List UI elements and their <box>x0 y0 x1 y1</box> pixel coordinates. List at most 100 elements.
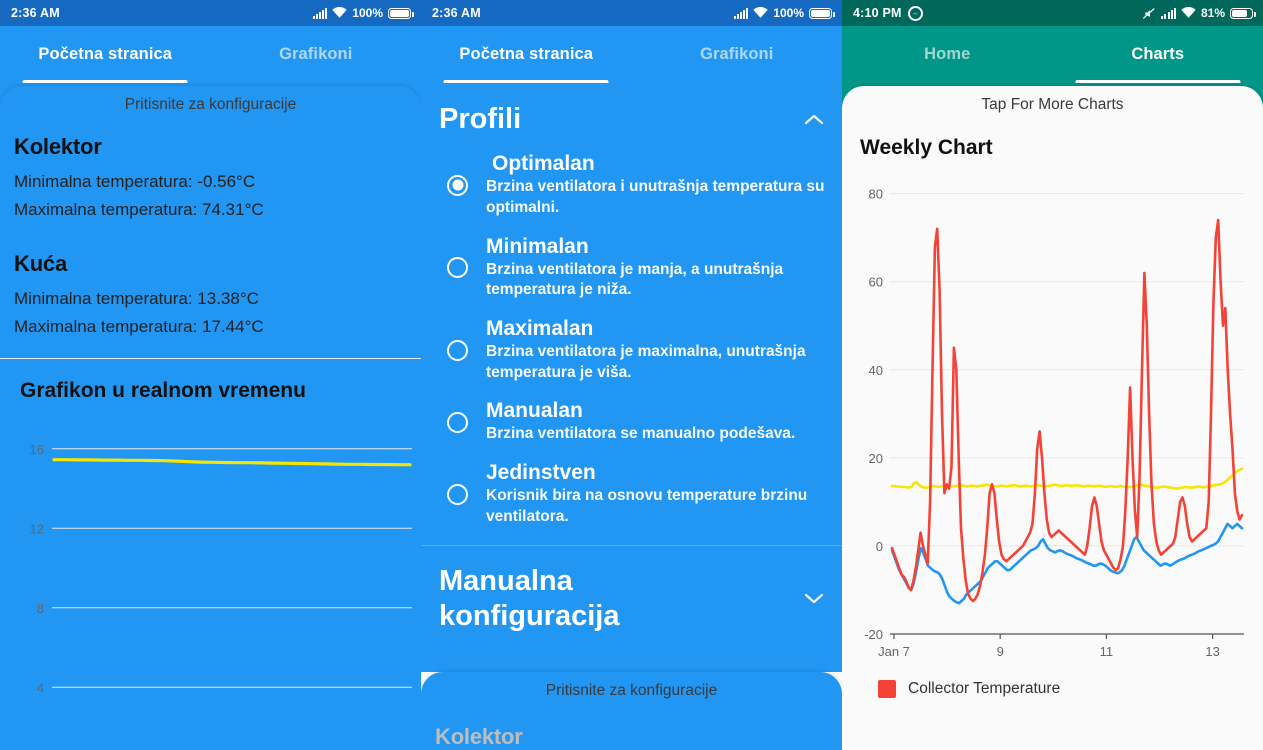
kolektor-min-temp: Minimalna temperatura: -0.56°C <box>14 172 256 191</box>
option-description: Brzina ventilatora je maximalna, unutraš… <box>486 343 806 381</box>
svg-text:Jan 7: Jan 7 <box>878 644 910 659</box>
battery-icon <box>1230 7 1256 19</box>
legend-swatch-collector <box>878 680 896 698</box>
radio-icon[interactable] <box>447 339 468 361</box>
battery-percent: 100% <box>352 6 383 20</box>
tab-bar: Home Charts <box>842 26 1263 83</box>
chevron-down-icon[interactable] <box>804 592 824 605</box>
svg-text:60: 60 <box>869 275 883 290</box>
status-icons: 100% <box>733 6 835 20</box>
tab-label: Home <box>924 45 971 63</box>
messenger-icon <box>907 5 923 21</box>
svg-text:16: 16 <box>30 442 44 457</box>
bottom-sheet[interactable]: Pritisnite za konfiguracije Kolektor <box>421 672 842 750</box>
option-description: Brzina ventilatora i unutrašnja temperat… <box>486 178 825 216</box>
kuca-min-temp: Minimalna temperatura: 13.38°C <box>14 289 259 309</box>
battery-icon <box>809 7 835 19</box>
svg-text:13: 13 <box>1205 644 1219 659</box>
option-title: Jedinstven <box>486 461 596 485</box>
option-text: Optimalan Brzina ventilatora i unutrašnj… <box>486 152 826 218</box>
option-title: Optimalan <box>492 152 595 176</box>
screen-home: 2:36 AM 100% Početna stranica Grafikoni … <box>0 0 421 750</box>
battery-percent: 100% <box>773 6 804 20</box>
option-text: Minimalan Brzina ventilatora je manja, a… <box>486 235 826 301</box>
sheet-handle-label[interactable]: Pritisnite za konfiguracije <box>0 86 421 120</box>
option-description: Brzina ventilatora se manualno podešava. <box>486 425 796 443</box>
status-bar: 4:10 PM 81% <box>842 0 1263 26</box>
tab-label: Početna stranica <box>459 45 594 63</box>
svg-text:11: 11 <box>1100 644 1114 659</box>
signal-icon <box>312 7 328 19</box>
sheet-handle-label[interactable]: Tap For More Charts <box>842 86 1263 120</box>
option-description: Korisnik bira na osnovu temperature brzi… <box>486 487 808 525</box>
svg-text:4: 4 <box>37 680 44 695</box>
group-title-kuca: Kuća <box>14 251 67 277</box>
profile-option-jedinstven[interactable]: Jedinstven Korisnik bira na osnovu tempe… <box>437 457 826 539</box>
radio-icon[interactable] <box>447 411 468 433</box>
wifi-icon <box>753 7 768 19</box>
realtime-chart-svg: 16 12 8 4 <box>30 442 412 695</box>
legend-label-collector: Collector Temperature <box>908 680 1061 697</box>
profile-option-list: Optimalan Brzina ventilatora i unutrašnj… <box>421 148 842 543</box>
weekly-chart-svg: 80 60 40 20 0 -20 Jan 7 9 11 13 <box>864 187 1244 659</box>
svg-text:9: 9 <box>997 644 1004 659</box>
realtime-chart-title: Grafikon u realnom vremenu <box>20 379 306 403</box>
radio-icon[interactable] <box>447 257 468 279</box>
wifi-icon <box>332 7 347 19</box>
tab-label: Grafikoni <box>279 45 353 63</box>
tab-label: Grafikoni <box>700 45 774 63</box>
svg-text:0: 0 <box>876 539 883 554</box>
status-icons: 81% <box>1142 6 1256 20</box>
status-icons: 100% <box>312 6 414 20</box>
next-section-header-partial[interactable] <box>421 645 842 664</box>
group-title-kolektor: Kolektor <box>14 134 102 159</box>
tab-home[interactable]: Home <box>842 26 1053 83</box>
profiles-title: Profili <box>439 103 522 135</box>
manual-config-section-header[interactable]: Manualna konfiguracija <box>421 546 842 644</box>
weekly-chart-title: Weekly Chart <box>860 136 993 159</box>
battery-icon <box>388 7 414 19</box>
kolektor-max-temp: Maximalna temperatura: 74.31°C <box>14 199 264 219</box>
option-title: Maximalan <box>486 316 594 340</box>
tab-pocetna-stranica[interactable]: Početna stranica <box>421 26 632 83</box>
weekly-chart: 80 60 40 20 0 -20 Jan 7 9 11 13 <box>856 162 1249 674</box>
screen-charts: 4:10 PM 81% Home Charts Tap For More Cha… <box>842 0 1263 750</box>
sheet-content: Kolektor <box>421 706 842 750</box>
tab-grafikoni[interactable]: Grafikoni <box>211 26 422 83</box>
bottom-sheet[interactable]: Tap For More Charts Weekly Chart 80 60 40 2… <box>842 86 1263 750</box>
tab-grafikoni[interactable]: Grafikoni <box>632 26 843 83</box>
option-title: Minimalan <box>486 234 589 258</box>
svg-text:8: 8 <box>37 601 44 616</box>
option-text: Manualan Brzina ventilatora se manualno … <box>486 399 826 445</box>
profile-option-manualan[interactable]: Manualan Brzina ventilatora se manualno … <box>437 395 826 457</box>
section-divider <box>0 358 421 360</box>
sheet-content: Weekly Chart 80 60 40 20 0 -20 Jan 7 9 11 13 Coll… <box>842 120 1263 698</box>
battery-percent: 81% <box>1200 6 1225 20</box>
radio-icon[interactable] <box>447 483 468 505</box>
tab-charts[interactable]: Charts <box>1053 26 1263 83</box>
tab-label: Charts <box>1131 45 1185 63</box>
bottom-sheet[interactable]: Pritisnite za konfiguracije Kolektor Min… <box>0 86 421 750</box>
tab-label: Početna stranica <box>38 45 173 63</box>
profile-option-optimalan[interactable]: Optimalan Brzina ventilatora i unutrašnj… <box>437 148 826 230</box>
status-clock: 4:10 PM <box>853 6 902 20</box>
svg-text:20: 20 <box>869 451 883 466</box>
chevron-up-icon[interactable] <box>804 113 824 126</box>
mute-icon <box>1142 7 1156 20</box>
option-description: Brzina ventilatora je manja, a unutrašnj… <box>486 260 784 299</box>
tab-pocetna-stranica[interactable]: Početna stranica <box>0 26 211 83</box>
profile-option-maximalan[interactable]: Maximalan Brzina ventilatora je maximaln… <box>437 313 826 395</box>
tab-bar: Početna stranica Grafikoni <box>0 26 421 83</box>
signal-icon <box>733 7 749 19</box>
kuca-max-temp: Maximalna temperatura: 17.44°C <box>14 316 264 336</box>
signal-icon <box>1161 7 1176 19</box>
profiles-panel: Profili Optimalan Brzina ventilatora i u… <box>421 86 842 664</box>
profile-option-minimalan[interactable]: Minimalan Brzina ventilatora je manja, a… <box>437 231 826 313</box>
realtime-chart: 16 12 8 4 <box>16 409 412 729</box>
sheet-handle-label[interactable]: Pritisnite za konfiguracije <box>421 672 842 706</box>
status-clock: 2:36 AM <box>11 6 60 20</box>
svg-text:80: 80 <box>869 187 883 202</box>
svg-text:40: 40 <box>869 363 883 378</box>
radio-icon-selected[interactable] <box>447 174 468 196</box>
profiles-section-header[interactable]: Profili <box>421 86 842 148</box>
